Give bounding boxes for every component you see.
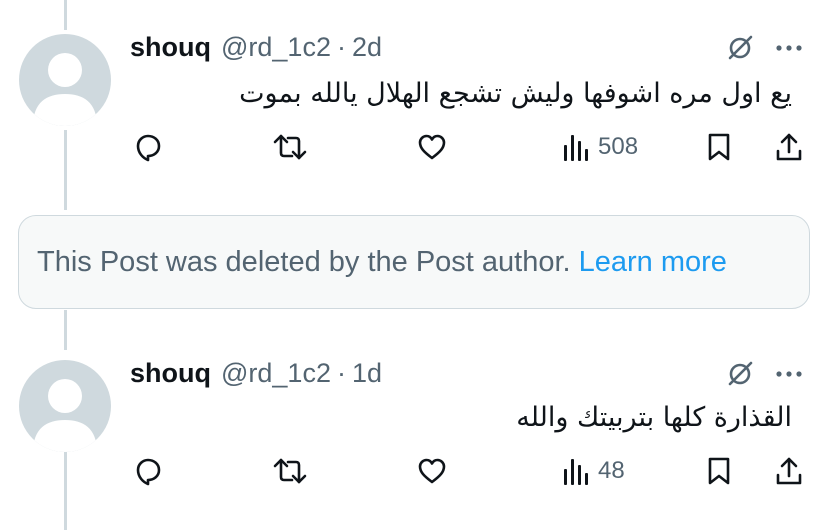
avatar[interactable] [19, 34, 111, 126]
views-count: 508 [598, 133, 639, 160]
display-name[interactable]: shouq [130, 32, 211, 63]
reply-icon [136, 458, 161, 486]
user-handle[interactable]: @rd_1c2 [221, 32, 331, 63]
more-icon[interactable] [774, 38, 804, 63]
like-button[interactable] [416, 451, 448, 491]
like-icon [418, 134, 446, 160]
repost-icon [273, 134, 307, 160]
avatar[interactable] [19, 360, 111, 452]
bookmark-button[interactable] [705, 127, 733, 167]
action-bar: 508 [0, 127, 828, 167]
default-avatar-icon [33, 53, 97, 126]
user-handle[interactable]: @rd_1c2 [221, 358, 331, 389]
views-icon [564, 459, 588, 485]
like-button[interactable] [416, 127, 448, 167]
share-button[interactable] [774, 127, 804, 167]
bookmark-icon [708, 457, 730, 485]
post-header: shouq @rd_1c2 · 1d [130, 358, 382, 389]
separator-dot: · [336, 32, 346, 62]
grok-icon[interactable] [726, 360, 754, 393]
post-header: shouq @rd_1c2 · 2d [130, 32, 382, 63]
default-avatar-icon [33, 379, 97, 452]
post-timestamp[interactable]: 2d [352, 32, 382, 63]
display-name[interactable]: shouq [130, 358, 211, 389]
post-1[interactable]: shouq @rd_1c2 · 2d يع اول مره اشوفها ولي… [0, 0, 828, 210]
bookmark-button[interactable] [705, 451, 733, 491]
views-count: 48 [598, 457, 625, 484]
deleted-post-notice: This Post was deleted by the Post author… [18, 215, 810, 309]
grok-icon[interactable] [726, 34, 754, 67]
reply-button[interactable] [132, 451, 164, 491]
post-timestamp[interactable]: 1d [352, 358, 382, 389]
like-icon [418, 458, 446, 484]
views-icon [564, 135, 588, 161]
post-text: القذارة كلها بتربيتك والله [516, 402, 792, 433]
reply-button[interactable] [132, 127, 164, 167]
action-bar: 48 [0, 451, 828, 491]
post-2[interactable]: shouq @rd_1c2 · 1d القذارة كلها بتربيتك … [0, 340, 828, 530]
share-icon [776, 457, 802, 485]
deleted-notice-text: This Post was deleted by the Post author… [37, 245, 571, 278]
reply-icon [136, 134, 161, 162]
share-button[interactable] [774, 451, 804, 491]
separator-dot: · [336, 358, 346, 388]
post-text: يع اول مره اشوفها وليش تشجع الهلال يالله… [239, 78, 792, 109]
repost-button[interactable] [272, 127, 308, 167]
views-button[interactable]: 508 [562, 127, 638, 167]
share-icon [776, 133, 802, 161]
learn-more-link[interactable]: Learn more [579, 246, 727, 279]
repost-icon [273, 458, 307, 484]
views-button[interactable]: 48 [562, 451, 625, 491]
bookmark-icon [708, 133, 730, 161]
more-icon[interactable] [774, 364, 804, 389]
repost-button[interactable] [272, 451, 308, 491]
